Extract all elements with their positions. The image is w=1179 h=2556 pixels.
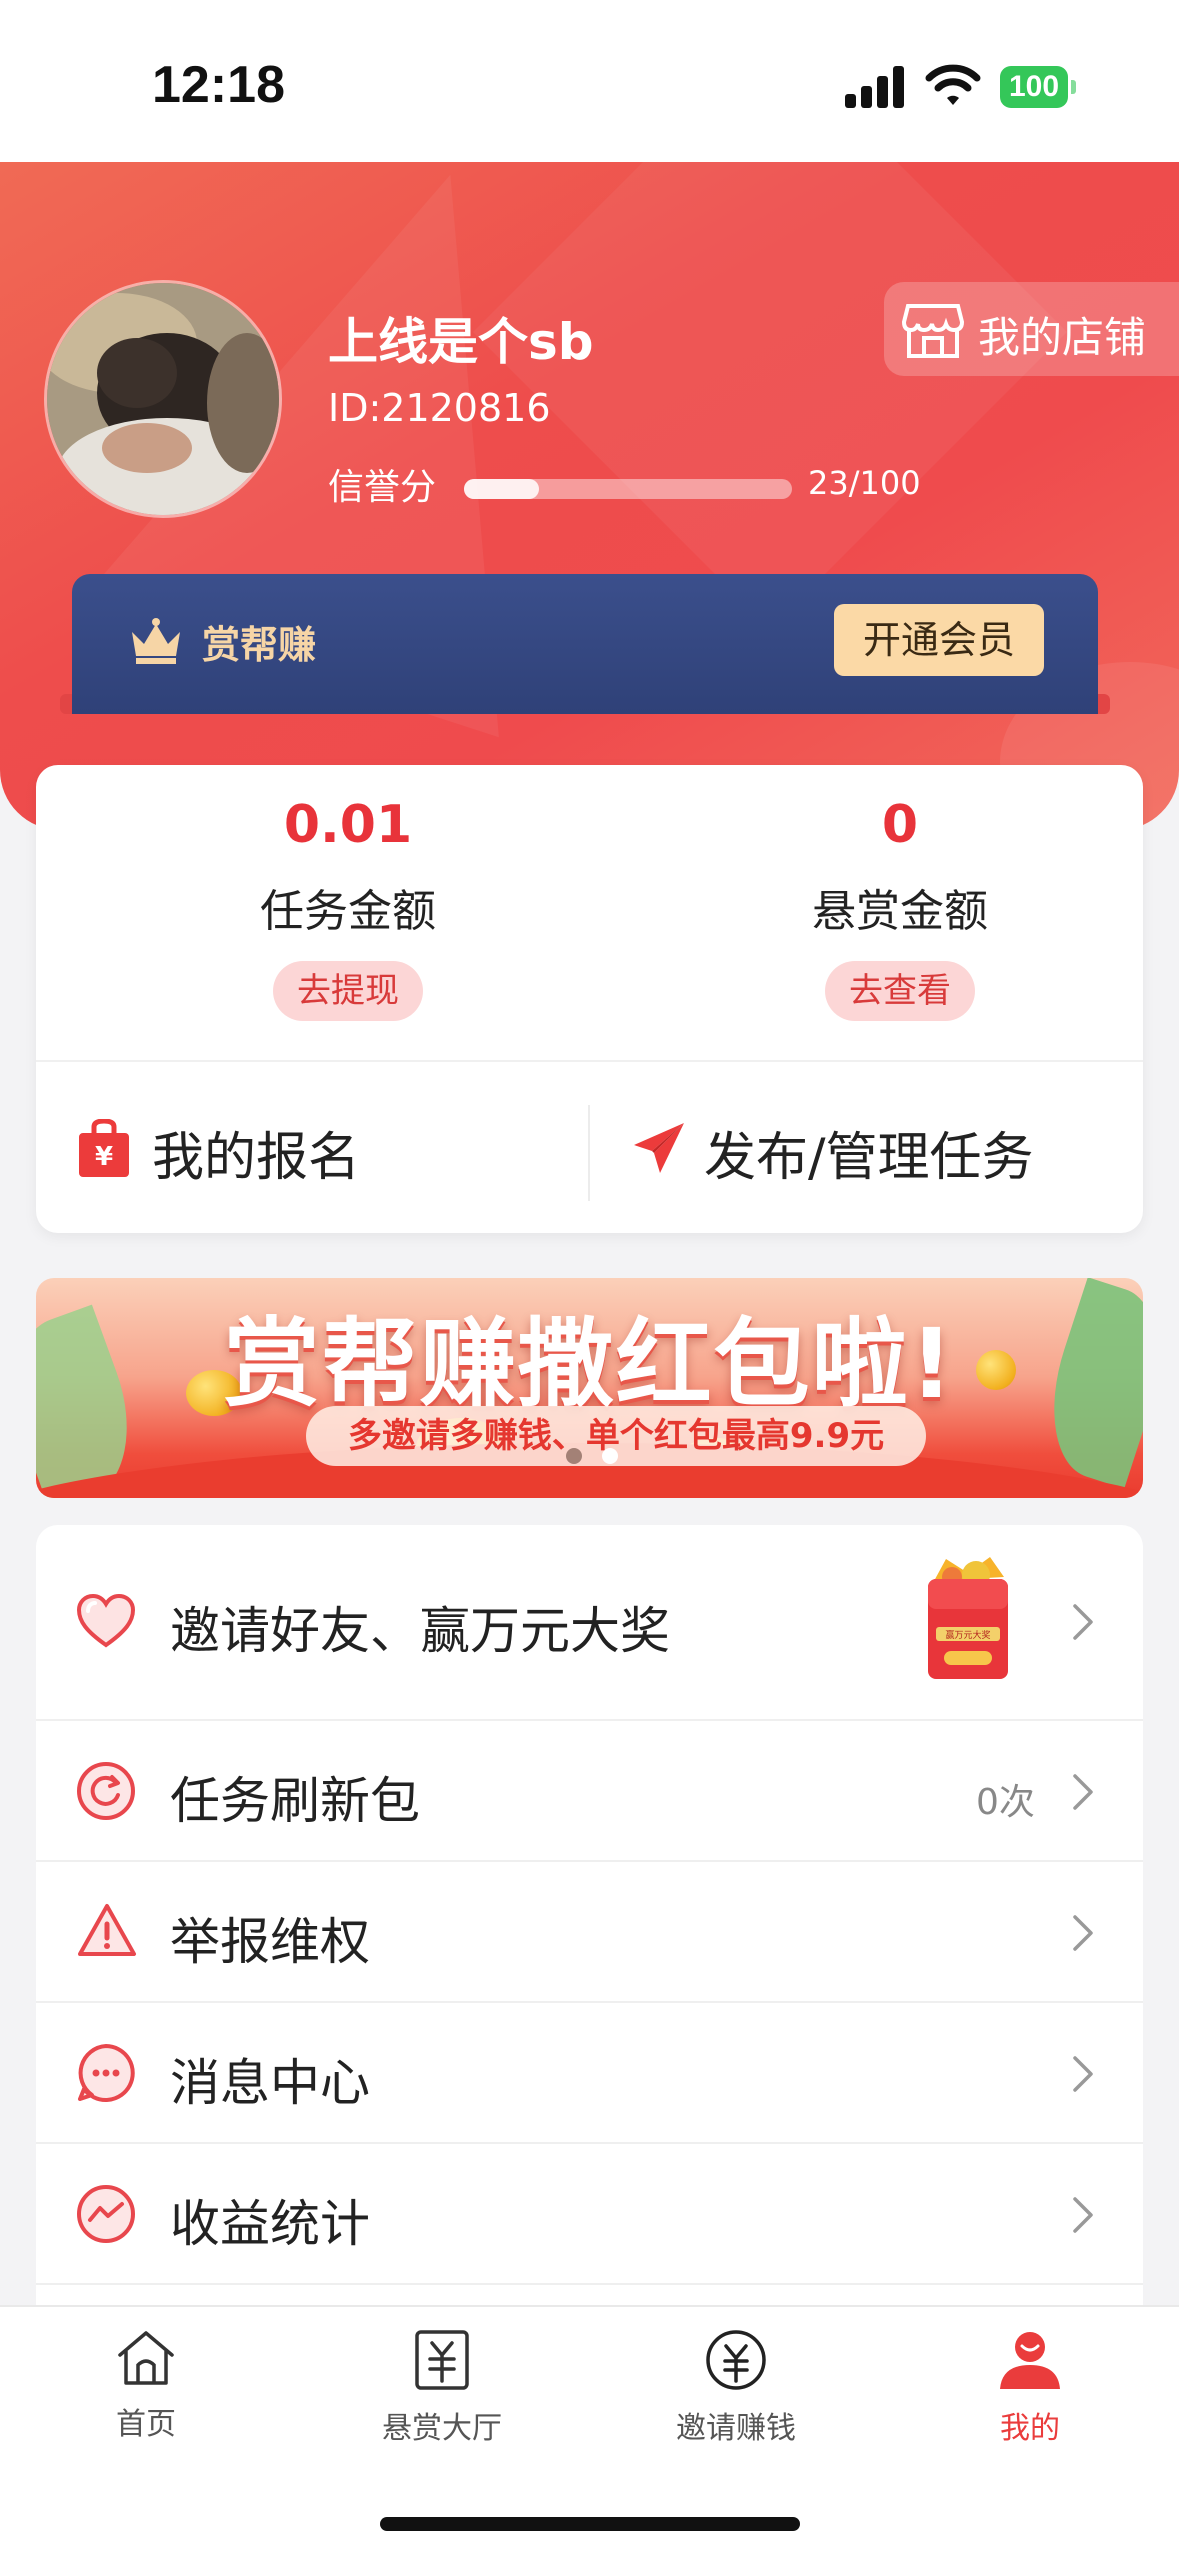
red-envelope-icon: 赢万元大奖 xyxy=(928,1557,1008,1679)
svg-text:¥: ¥ xyxy=(95,1142,113,1172)
publish-manage-label: 发布/管理任务 xyxy=(704,1128,1034,1188)
publish-manage-button[interactable]: 发布/管理任务 xyxy=(632,1105,1132,1195)
menu-item-earnings[interactable]: 收益统计 xyxy=(36,2144,1143,2285)
chevron-right-icon xyxy=(1073,1915,1093,1951)
username: 上线是个sb xyxy=(328,313,594,371)
tab-reward-hall-label: 悬赏大厅 xyxy=(382,2411,502,2446)
chevron-right-icon xyxy=(1073,2197,1093,2233)
credit-score-text: 23/100 xyxy=(808,464,921,502)
wifi-icon xyxy=(925,64,981,105)
bag-icon: ¥ xyxy=(79,1119,129,1177)
banner-pagination xyxy=(556,1448,628,1468)
vip-card[interactable]: 赏帮赚 开通会员 xyxy=(72,574,1098,714)
yuan-circle-icon xyxy=(706,2330,766,2390)
menu-label-invite: 邀请好友、赢万元大奖 xyxy=(170,1602,670,1660)
view-reward-button[interactable]: 去查看 xyxy=(825,961,975,1021)
heart-icon xyxy=(76,1593,136,1648)
battery-level: 100 xyxy=(1000,66,1068,108)
my-shop-button[interactable]: 我的店铺 xyxy=(884,282,1179,376)
withdraw-button[interactable]: 去提现 xyxy=(273,961,423,1021)
refresh-icon xyxy=(77,1762,135,1820)
tab-invite-earn-label: 邀请赚钱 xyxy=(676,2411,796,2446)
tab-home-label: 首页 xyxy=(116,2407,176,2442)
crown-icon xyxy=(132,618,180,664)
menu-label-messages: 消息中心 xyxy=(170,2054,370,2112)
tab-mine[interactable]: 我的 xyxy=(930,2329,1130,2447)
my-signup-button[interactable]: ¥ 我的报名 xyxy=(76,1105,576,1195)
credit-label: 信誉分 xyxy=(328,467,437,508)
reward-amount-block: 0 悬赏金额 去查看 xyxy=(690,795,1110,1021)
signal-icon xyxy=(845,66,904,108)
avatar[interactable] xyxy=(44,280,282,518)
menu-label-refresh-pack: 任务刷新包 xyxy=(170,1772,420,1830)
user-icon xyxy=(1000,2332,1060,2389)
envelope-caption: 赢万元大奖 xyxy=(945,1629,990,1641)
chart-icon xyxy=(77,2185,135,2243)
paper-plane-icon xyxy=(634,1123,684,1173)
chevron-right-icon xyxy=(1073,2056,1093,2092)
menu-label-earnings: 收益统计 xyxy=(170,2195,370,2253)
menu-item-invite[interactable]: 邀请好友、赢万元大奖 赢万元大奖 xyxy=(36,1525,1143,1721)
shop-icon xyxy=(902,304,964,358)
wallet-card: 0.01 任务金额 去提现 0 悬赏金额 去查看 ¥ 我的报名 发布/管理任务 xyxy=(36,765,1143,1233)
yuan-card-icon xyxy=(415,2330,469,2390)
menu-item-report[interactable]: 举报维权 xyxy=(36,1862,1143,2003)
battery-icon: 100 xyxy=(1000,66,1076,108)
reward-amount-value: 0 xyxy=(881,795,919,855)
task-amount-block: 0.01 任务金额 去提现 xyxy=(138,795,558,1021)
my-signup-label: 我的报名 xyxy=(152,1128,361,1188)
menu-item-refresh-pack[interactable]: 任务刷新包 0次 xyxy=(36,1721,1143,1862)
home-icon xyxy=(118,2331,174,2385)
tab-home[interactable]: 首页 xyxy=(46,2329,246,2443)
reward-amount-label: 悬赏金额 xyxy=(812,886,988,937)
banner-title: 赏帮赚撒红包啦! xyxy=(223,1308,956,1420)
banner-dot-1 xyxy=(566,1448,582,1464)
task-amount-label: 任务金额 xyxy=(260,886,436,937)
tab-invite-earn[interactable]: 邀请赚钱 xyxy=(636,2329,836,2447)
tab-mine-label: 我的 xyxy=(1000,2411,1060,2446)
home-indicator xyxy=(380,2517,800,2531)
menu-label-report: 举报维权 xyxy=(170,1913,370,1971)
status-time: 12:18 xyxy=(152,56,285,114)
profile-header: 上线是个sb ID:2120816 信誉分 23/100 我的店铺 赏帮赚 开通… xyxy=(0,162,1179,830)
banner-dot-2 xyxy=(602,1448,618,1464)
my-shop-label: 我的店铺 xyxy=(978,313,1147,362)
open-membership-button[interactable]: 开通会员 xyxy=(834,604,1044,676)
menu-list: 邀请好友、赢万元大奖 赢万元大奖 任务刷新包 0次 举报维权 消息中心 收益统计 xyxy=(36,1525,1143,2305)
chevron-right-icon xyxy=(1073,1604,1093,1640)
task-amount-value: 0.01 xyxy=(283,795,413,855)
promo-banner[interactable]: 赏帮赚撒红包啦! 多邀请多赚钱、单个红包最高9.9元 xyxy=(36,1278,1143,1498)
vip-title: 赏帮赚 xyxy=(202,623,317,667)
tab-reward-hall[interactable]: 悬赏大厅 xyxy=(342,2329,542,2447)
chevron-right-icon xyxy=(1073,1774,1093,1810)
warning-icon xyxy=(78,1904,136,1956)
credit-progress-bar xyxy=(464,479,792,499)
user-id: ID:2120816 xyxy=(328,386,551,430)
message-icon xyxy=(78,2044,135,2102)
credit-progress-fill xyxy=(464,479,540,499)
status-bar: 12:18 100 xyxy=(0,0,1179,162)
refresh-pack-count: 0次 xyxy=(976,1782,1035,1823)
menu-item-messages[interactable]: 消息中心 xyxy=(36,2003,1143,2144)
